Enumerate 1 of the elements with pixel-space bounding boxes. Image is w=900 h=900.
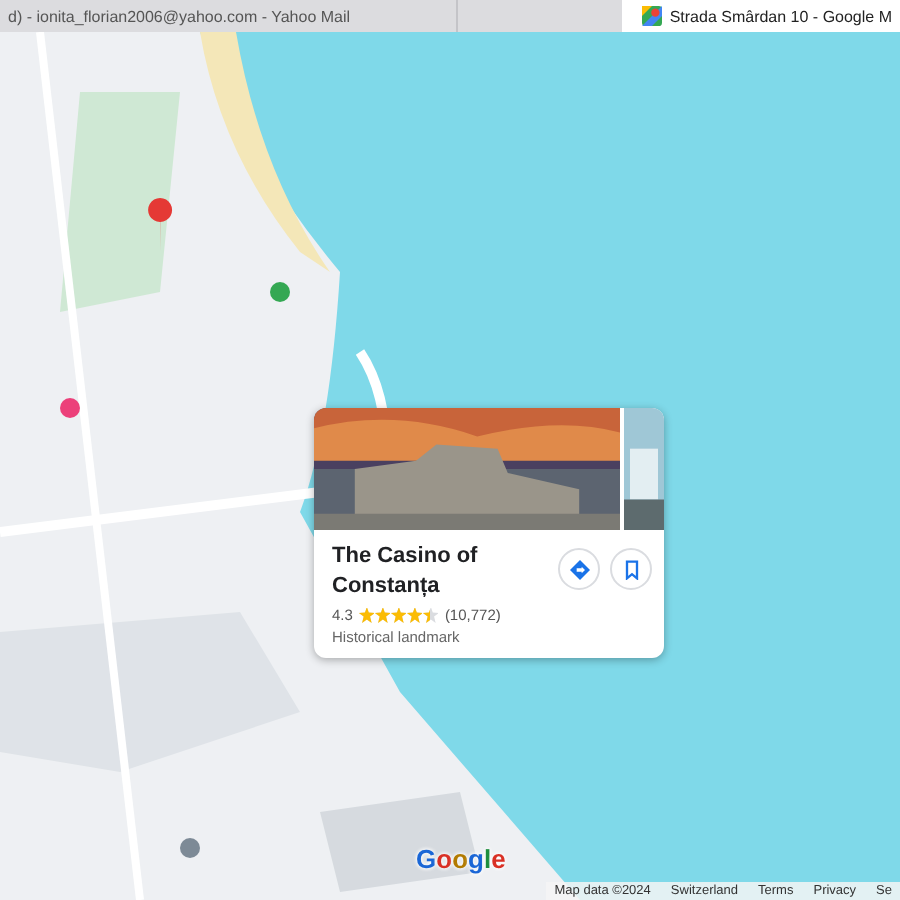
browser-tab[interactable]: Strada Smârdan 10 - Google M bbox=[621, 0, 900, 32]
